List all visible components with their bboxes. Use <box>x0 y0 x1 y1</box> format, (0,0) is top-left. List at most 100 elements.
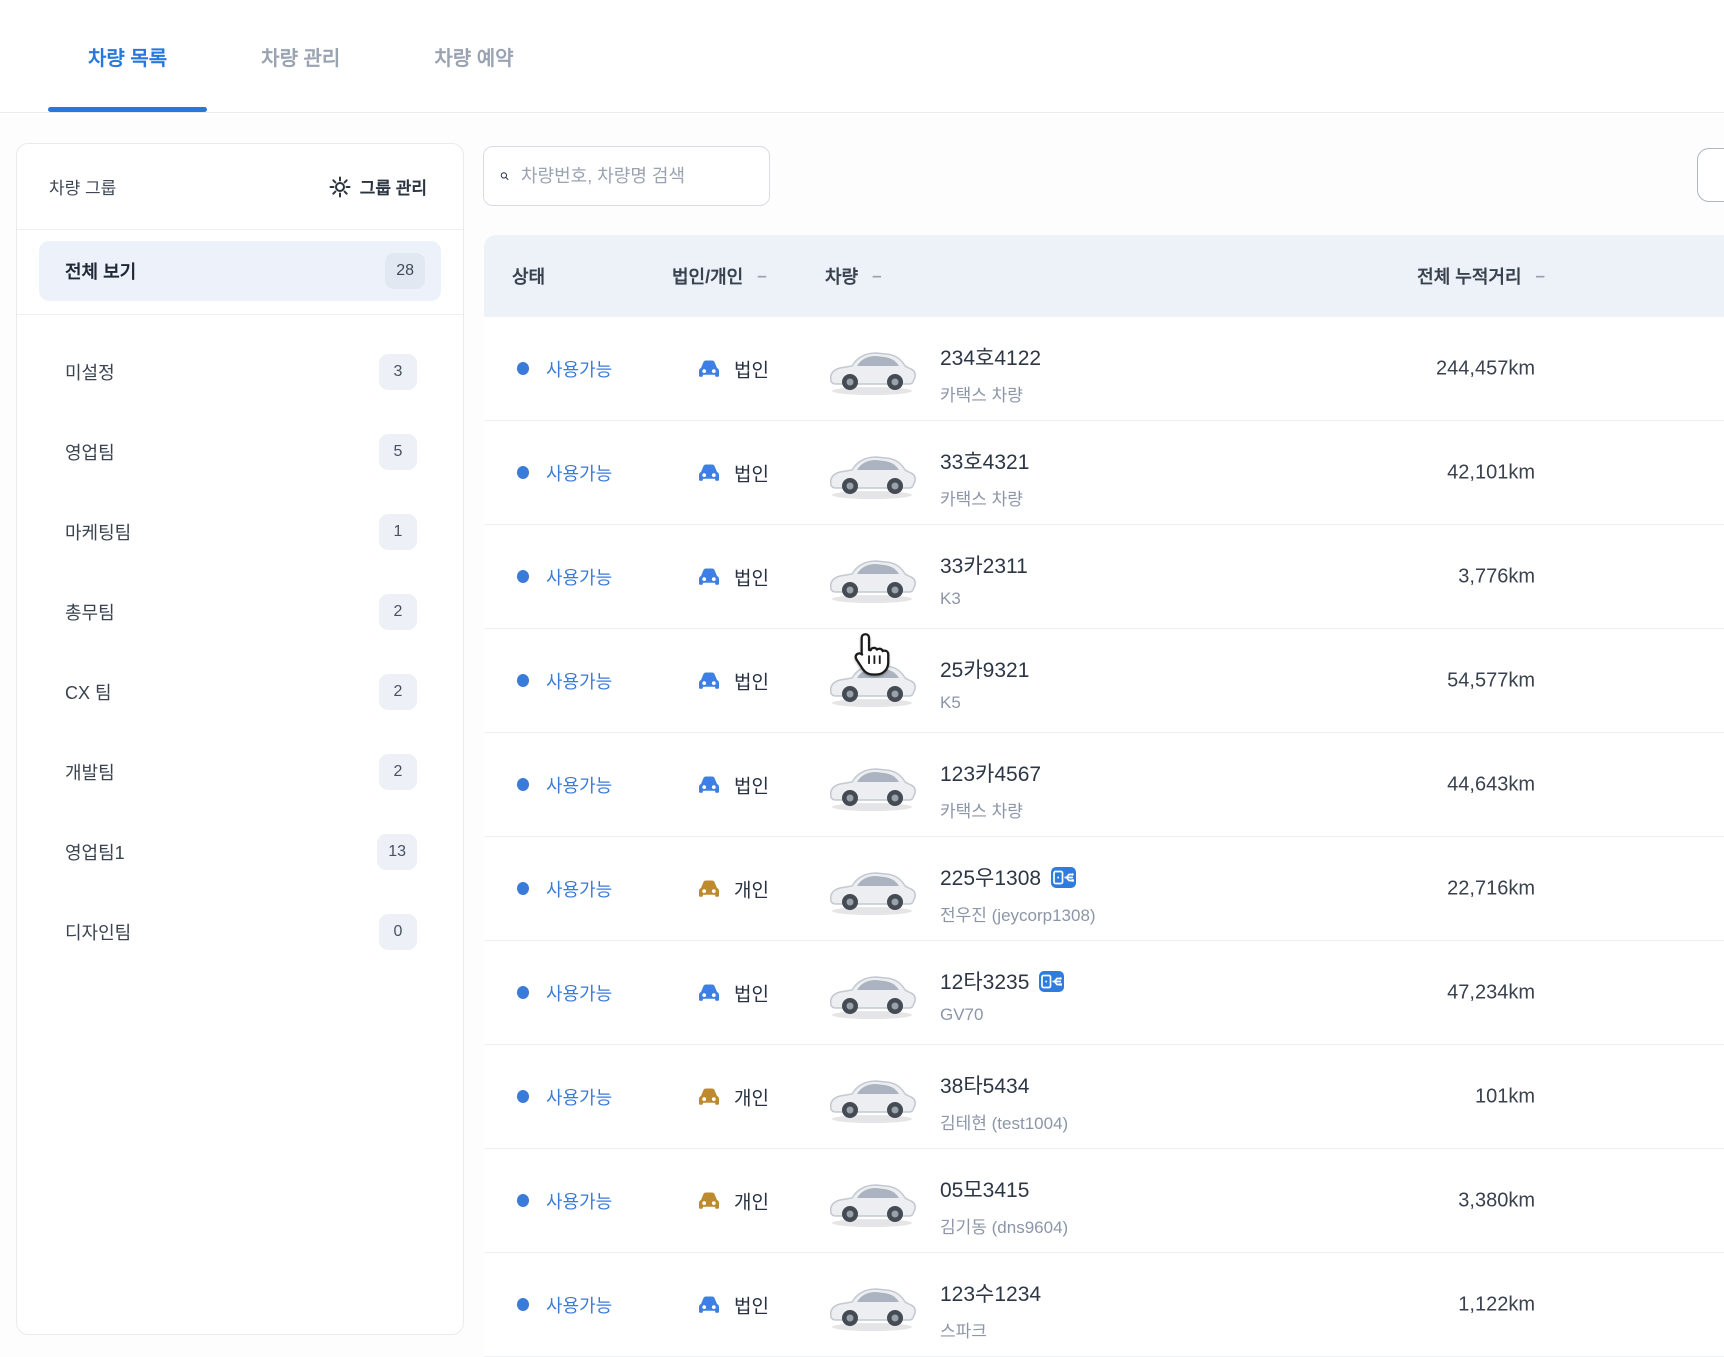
ownership-cell: 법인 <box>697 667 769 694</box>
device-badge-icon <box>1051 867 1076 888</box>
sidebar-group-item[interactable]: 총무팀 2 <box>65 572 417 652</box>
ownership-cell: 법인 <box>697 459 769 486</box>
status-cell: 사용가능 <box>517 876 612 902</box>
car-front-icon <box>697 670 721 692</box>
vehicle-photo[interactable] <box>824 653 920 709</box>
distance-value: 101km <box>1475 1085 1535 1108</box>
status-dot-icon <box>517 1194 529 1207</box>
vehicle-row[interactable]: 사용가능 개인 225우1308 전우진 (jeycorp1308) 22,71… <box>484 837 1724 941</box>
vehicle-photo[interactable] <box>824 1173 920 1229</box>
ownership-cell: 개인 <box>697 1187 769 1214</box>
tab-vehicle-manage[interactable]: 차량 관리 <box>221 0 380 112</box>
status-label: 사용가능 <box>546 1292 612 1318</box>
group-manage-button[interactable]: 그룹 관리 <box>329 174 427 199</box>
active-tab-underline <box>48 107 207 112</box>
status-cell: 사용가능 <box>517 1292 612 1318</box>
ownership-label: 법인 <box>734 979 769 1006</box>
tab-vehicle-list[interactable]: 차량 목록 <box>48 0 207 112</box>
car-front-icon <box>697 358 721 380</box>
sidebar-group-item[interactable]: 영업팀 5 <box>65 412 417 492</box>
status-label: 사용가능 <box>546 1188 612 1214</box>
status-label: 사용가능 <box>546 1084 612 1110</box>
ownership-cell: 법인 <box>697 979 769 1006</box>
sort-dash-icon[interactable]: – <box>1536 266 1545 286</box>
distance-value: 54,577km <box>1447 669 1535 692</box>
tab-vehicle-reservation[interactable]: 차량 예약 <box>394 0 553 112</box>
vehicle-photo[interactable] <box>824 757 920 813</box>
sidebar-item-label: CX 팀 <box>65 679 112 705</box>
vehicle-photo[interactable] <box>824 341 920 397</box>
sidebar-item-label: 총무팀 <box>65 599 115 625</box>
distance-value: 47,234km <box>1447 981 1535 1004</box>
sidebar-group-item[interactable]: 마케팅팀 1 <box>65 492 417 572</box>
vehicle-row[interactable]: 사용가능 법인 234호4122 카택스 차량 244,457km <box>484 317 1724 421</box>
ownership-label: 개인 <box>734 875 769 902</box>
sidebar-group-item[interactable]: 미설정 3 <box>65 332 417 412</box>
vehicle-subname: 김기동 (dns9604) <box>940 1213 1068 1238</box>
count-badge: 28 <box>385 253 425 289</box>
table-header: 상태 법인/개인 – 차량 – 전체 누적거리 – <box>484 235 1724 317</box>
vehicle-row[interactable]: 사용가능 법인 33호4321 카택스 차량 42,101km <box>484 421 1724 525</box>
vehicle-row[interactable]: 사용가능 개인 05모3415 김기동 (dns9604) 3,380km <box>484 1149 1724 1253</box>
ownership-label: 법인 <box>734 667 769 694</box>
vehicle-photo[interactable] <box>824 965 920 1021</box>
search-icon <box>500 165 509 187</box>
plate-number: 33카2311 <box>940 550 1028 580</box>
plate-number: 234호4122 <box>940 342 1041 372</box>
sidebar-item-label: 디자인팀 <box>65 919 131 945</box>
vehicle-row[interactable]: 사용가능 법인 25카9321 K5 54,577km <box>484 629 1724 733</box>
car-front-icon <box>697 566 721 588</box>
sidebar-group-item[interactable]: 영업팀1 13 <box>65 812 417 892</box>
vehicle-row[interactable]: 사용가능 법인 123수1234 스파크 1,122km <box>484 1253 1724 1357</box>
vehicle-photo[interactable] <box>824 861 920 917</box>
status-dot-icon <box>517 570 529 583</box>
vehicle-photo[interactable] <box>824 1069 920 1125</box>
distance-value: 3,380km <box>1458 1189 1535 1212</box>
distance-value: 1,122km <box>1458 1293 1535 1316</box>
car-front-icon <box>697 1086 721 1108</box>
sidebar-item-all-selected[interactable]: 전체 보기 28 <box>39 241 441 301</box>
sidebar-group-item[interactable]: 디자인팀 0 <box>65 892 417 972</box>
vehicle-subname: 김테현 (test1004) <box>940 1109 1068 1134</box>
status-label: 사용가능 <box>546 564 612 590</box>
sidebar-item-label: 영업팀 <box>65 439 115 465</box>
vehicle-subname: K5 <box>940 693 1029 713</box>
status-label: 사용가능 <box>546 772 612 798</box>
count-badge: 5 <box>379 434 417 470</box>
sort-dash-icon[interactable]: – <box>872 266 881 286</box>
vehicle-row[interactable]: 사용가능 개인 38타5434 김테현 (test1004) 101km <box>484 1045 1724 1149</box>
search-input[interactable] <box>521 166 753 187</box>
car-front-icon <box>697 1294 721 1316</box>
status-cell: 사용가능 <box>517 1188 612 1214</box>
plate-number: 123카4567 <box>940 758 1041 788</box>
tab-label: 차량 관리 <box>261 42 340 71</box>
vehicle-subname: 카택스 차량 <box>940 797 1041 822</box>
ownership-cell: 개인 <box>697 875 769 902</box>
vehicle-subname: 스파크 <box>940 1317 1041 1342</box>
device-badge-icon <box>1039 971 1064 992</box>
car-front-icon <box>697 774 721 796</box>
car-front-icon <box>697 1190 721 1212</box>
sidebar-group-item[interactable]: CX 팀 2 <box>65 652 417 732</box>
vehicle-photo[interactable] <box>824 549 920 605</box>
vehicle-name-cell: 38타5434 김테현 (test1004) <box>940 1070 1068 1134</box>
vehicle-photo[interactable] <box>824 445 920 501</box>
car-front-icon <box>697 878 721 900</box>
vehicle-table: 상태 법인/개인 – 차량 – 전체 누적거리 – 사용가능 법인 <box>484 235 1724 1340</box>
vehicle-name-cell: 234호4122 카택스 차량 <box>940 342 1041 406</box>
vehicle-row[interactable]: 사용가능 법인 33카2311 K3 3,776km <box>484 525 1724 629</box>
status-label: 사용가능 <box>546 356 612 382</box>
vehicle-row[interactable]: 사용가능 법인 123카4567 카택스 차량 44,643km <box>484 733 1724 837</box>
count-badge: 0 <box>379 914 417 950</box>
sidebar-item-label: 마케팅팀 <box>65 519 131 545</box>
vehicle-name-cell: 25카9321 K5 <box>940 654 1029 713</box>
vehicle-row[interactable]: 사용가능 법인 12타3235 GV70 47,234km <box>484 941 1724 1045</box>
sort-dash-icon[interactable]: – <box>757 266 766 286</box>
count-badge: 3 <box>379 354 417 390</box>
vehicle-subname: 카택스 차량 <box>940 381 1041 406</box>
sidebar-group-item[interactable]: 개발팀 2 <box>65 732 417 812</box>
clipped-corner-button[interactable] <box>1697 148 1724 202</box>
ownership-cell: 법인 <box>697 355 769 382</box>
sidebar-item-label: 영업팀1 <box>65 839 125 865</box>
vehicle-photo[interactable] <box>824 1277 920 1333</box>
